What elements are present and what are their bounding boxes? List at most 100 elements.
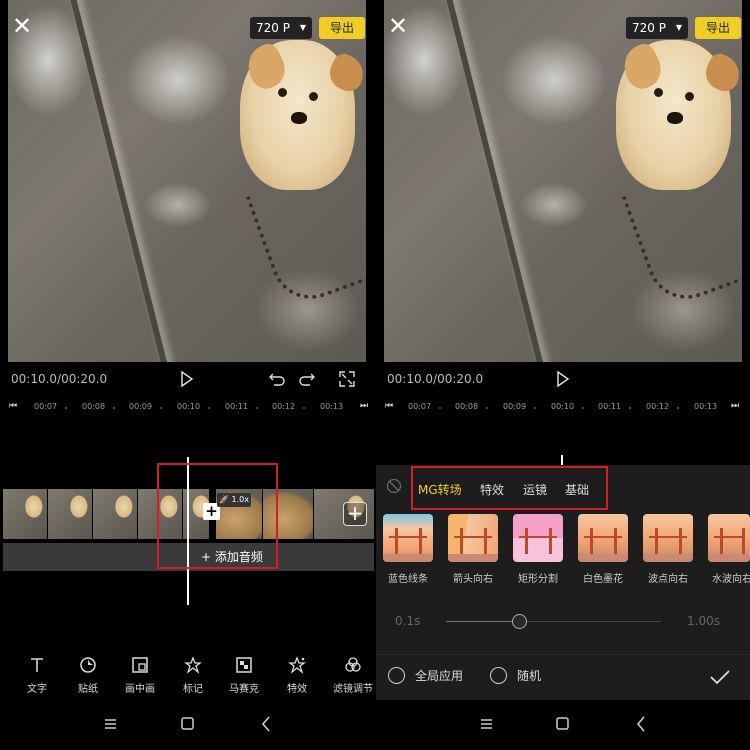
transition-item[interactable]: 矩形分割 — [513, 514, 563, 585]
tool-label: 滤镜调节 — [333, 684, 373, 695]
ruler-dot — [208, 407, 210, 409]
transition-label: 蓝色线条 — [388, 574, 428, 585]
tool-label: 贴纸 — [78, 684, 98, 695]
transition-thumbnail — [513, 514, 563, 562]
menu-icon[interactable] — [104, 713, 118, 735]
ruler-dot — [677, 407, 679, 409]
ruler-tick: 00:12 — [272, 402, 296, 411]
random-option[interactable]: 随机 — [490, 667, 541, 684]
skip-end-icon[interactable]: ⏭ — [360, 401, 368, 411]
skip-start-icon[interactable]: ⏮ — [385, 401, 393, 411]
transition-picker-screen: ✕ 720 P ▼ 导出 00:10.0/00:20.0 ⏮ 00:07 00:… — [376, 0, 750, 750]
tool-label: 文字 — [27, 684, 47, 695]
ruler-tick: 00:07 — [34, 402, 58, 411]
dog-eye-right — [309, 92, 318, 101]
transition-label: 矩形分割 — [518, 574, 558, 585]
resolution-dropdown[interactable]: 720 P ▼ — [250, 17, 312, 39]
video-preview[interactable] — [8, 0, 366, 362]
radio-circle[interactable] — [388, 667, 405, 684]
home-icon[interactable] — [180, 713, 196, 735]
transition-label: 波点向右 — [648, 574, 688, 585]
highlight-box — [157, 463, 278, 569]
tool-text[interactable]: 文字 — [12, 655, 62, 695]
time-ruler[interactable]: ⏮ 00:07 00:08 00:09 00:10 00:11 00:12 00… — [0, 399, 374, 415]
export-button[interactable]: 导出 — [695, 17, 741, 39]
tool-pip[interactable]: 画中画 — [115, 655, 165, 695]
ruler-tick: 00:08 — [455, 402, 479, 411]
ruler-tick: 00:07 — [408, 402, 432, 411]
ruler-dot — [256, 407, 258, 409]
skip-start-icon[interactable]: ⏮ — [9, 401, 17, 411]
playback-time: 00:10.0/00:20.0 — [387, 372, 484, 386]
playback-time: 00:10.0/00:20.0 — [11, 372, 108, 386]
radio-circle[interactable] — [490, 667, 507, 684]
text-icon — [12, 655, 62, 675]
caret-down-icon: ▼ — [675, 23, 682, 32]
resolution-dropdown[interactable]: 720 P ▼ — [626, 17, 688, 39]
transition-thumbnail — [383, 514, 433, 562]
menu-icon[interactable] — [480, 713, 494, 735]
mosaic-icon — [219, 655, 269, 675]
close-icon[interactable]: ✕ — [10, 14, 34, 38]
transition-item[interactable]: 波点向右 — [643, 514, 693, 585]
transition-item[interactable]: 箭头向右 — [448, 514, 498, 585]
video-preview[interactable] — [384, 0, 742, 362]
tool-sticker[interactable]: 贴纸 — [63, 655, 113, 695]
clip-frame[interactable] — [3, 489, 47, 539]
apply-all-option[interactable]: 全局应用 — [388, 667, 463, 684]
divider — [376, 654, 750, 655]
slider-knob[interactable] — [511, 614, 527, 629]
bottom-toolbar: 文字 贴纸 画中画 标记 马赛克 特效 滤镜调节 — [0, 655, 374, 695]
ruler-dot — [629, 407, 631, 409]
tool-mosaic[interactable]: 马赛克 — [219, 655, 269, 695]
home-icon[interactable] — [555, 713, 571, 735]
back-icon[interactable] — [634, 713, 648, 735]
transition-list: 蓝色线条 箭头向右 矩形分割 白色墨花 波点向右 水波向右 — [376, 514, 750, 585]
clip-frame[interactable] — [93, 489, 137, 539]
ruler-tick: 00:13 — [320, 402, 344, 411]
transition-item[interactable]: 白色墨花 — [578, 514, 628, 585]
tool-filter[interactable]: 滤镜调节 — [327, 655, 374, 695]
system-nav-bar — [0, 713, 374, 737]
tool-effect[interactable]: 特效 — [272, 655, 322, 695]
transition-label: 水波向右 — [712, 574, 750, 585]
skip-end-icon[interactable]: ⏭ — [731, 401, 739, 411]
random-label: 随机 — [517, 669, 542, 683]
slider-fill — [446, 621, 520, 622]
transition-thumbnail — [448, 514, 498, 562]
ruler-dot — [113, 407, 115, 409]
duration-slider[interactable]: 0.1s 1.00s — [376, 614, 750, 630]
clip-frame[interactable] — [48, 489, 92, 539]
tool-mark[interactable]: 标记 — [168, 655, 218, 695]
play-icon[interactable] — [180, 371, 194, 387]
resolution-value: 720 P — [256, 21, 290, 35]
back-icon[interactable] — [259, 713, 273, 735]
transition-item[interactable]: 水波向右 — [708, 514, 750, 585]
export-button[interactable]: 导出 — [319, 17, 365, 39]
fullscreen-icon[interactable] — [338, 370, 356, 388]
redo-icon[interactable] — [298, 370, 316, 388]
undo-icon[interactable] — [268, 370, 286, 388]
caret-down-icon: ▼ — [299, 23, 306, 32]
ruler-tick: 00:10 — [177, 402, 201, 411]
ruler-dot — [534, 407, 536, 409]
close-icon[interactable]: ✕ — [386, 14, 410, 38]
ruler-tick: 00:09 — [503, 402, 527, 411]
dog-eye-left — [654, 88, 663, 97]
ruler-dot — [303, 407, 305, 409]
time-ruler[interactable]: ⏮ 00:07 00:08 00:09 00:10 00:11 00:12 00… — [376, 399, 750, 415]
play-icon[interactable] — [556, 371, 570, 387]
transition-item[interactable]: 蓝色线条 — [383, 514, 433, 585]
ruler-dot — [65, 407, 67, 409]
confirm-check-icon[interactable] — [709, 668, 731, 686]
system-nav-bar — [376, 713, 750, 737]
add-clip-button[interactable]: + — [343, 502, 367, 526]
filter-icon — [327, 655, 374, 675]
ruler-tick: 00:08 — [82, 402, 106, 411]
duration-min: 0.1s — [395, 614, 421, 628]
tool-label: 标记 — [183, 684, 203, 695]
apply-all-label: 全局应用 — [415, 669, 464, 683]
transition-label: 箭头向右 — [453, 574, 493, 585]
preview-crack — [68, 0, 171, 362]
dog-nose — [667, 112, 683, 124]
